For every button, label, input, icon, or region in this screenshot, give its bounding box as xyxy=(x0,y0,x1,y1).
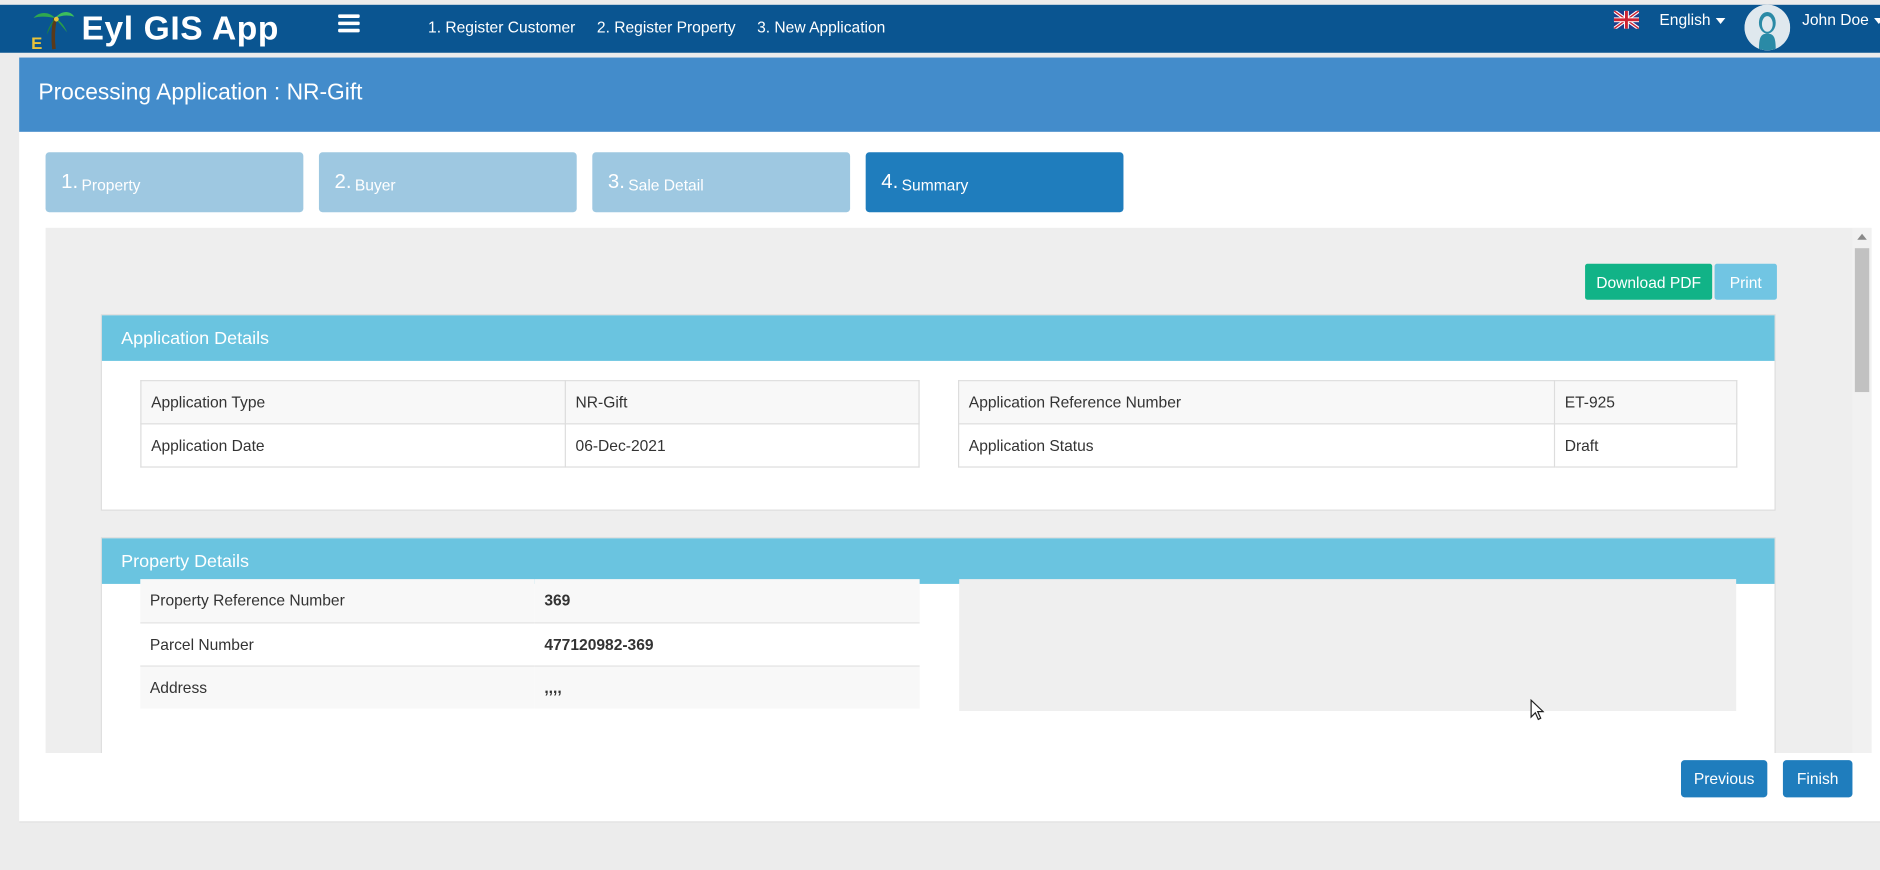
svg-text:E: E xyxy=(31,34,42,51)
nav-register-customer[interactable]: 1. Register Customer xyxy=(428,18,575,36)
step-property[interactable]: 1. Property xyxy=(45,152,304,213)
row-value: ET-925 xyxy=(1553,380,1738,425)
user-menu[interactable]: John Doe xyxy=(1802,11,1880,29)
app-logo[interactable]: E Eyl GIS App xyxy=(31,5,279,53)
step-sale-detail[interactable]: 3. Sale Detail xyxy=(592,152,851,213)
row-value: 369 xyxy=(534,579,920,623)
row-value: 06-Dec-2021 xyxy=(564,423,920,468)
user-name: John Doe xyxy=(1802,10,1869,29)
language-dropdown[interactable]: English xyxy=(1659,11,1725,29)
palm-logo-icon: E xyxy=(31,11,75,52)
row-label: Property Reference Number xyxy=(140,579,535,623)
nav-new-application[interactable]: 3. New Application xyxy=(757,18,885,36)
mouse-pointer-icon xyxy=(1530,699,1545,721)
table-row: Application Type NR-Gift xyxy=(140,380,920,425)
step-label: Buyer xyxy=(354,176,396,195)
row-value: ,,,, xyxy=(534,664,920,709)
scrollbar-thumb[interactable] xyxy=(1854,248,1870,393)
step-number: 1. xyxy=(61,170,79,194)
step-buyer[interactable]: 2. Buyer xyxy=(318,152,577,213)
row-value: Draft xyxy=(1553,423,1738,468)
top-navbar: E Eyl GIS App 1. Register Customer 2. Re… xyxy=(0,4,1880,53)
step-number: 4. xyxy=(881,170,899,194)
row-label: Application Date xyxy=(140,423,566,468)
table-row: Application Date 06-Dec-2021 xyxy=(140,423,920,468)
table-row: Parcel Number 477120982-369 xyxy=(140,621,920,666)
chevron-down-icon xyxy=(1873,18,1880,25)
step-number: 3. xyxy=(607,170,625,194)
section-title: Application Details xyxy=(101,315,1775,361)
wizard-card: 1. Property 2. Buyer 3. Sale Detail 4. S… xyxy=(19,131,1880,823)
vertical-scrollbar[interactable] xyxy=(1852,227,1872,753)
step-number: 2. xyxy=(334,170,352,194)
table-row: Application Reference Number ET-925 xyxy=(958,380,1738,425)
summary-scroll-panel[interactable]: Download PDF Print Application Details A… xyxy=(45,227,1853,753)
download-pdf-button[interactable]: Download PDF xyxy=(1585,263,1713,300)
row-label: Application Reference Number xyxy=(958,380,1556,425)
table-row: Address ,,,, xyxy=(140,664,920,709)
user-silhouette-icon xyxy=(1744,4,1791,51)
print-button[interactable]: Print xyxy=(1714,263,1777,300)
row-label: Address xyxy=(140,664,535,709)
page-title: Processing Application : NR-Gift xyxy=(38,80,363,106)
page-header: Processing Application : NR-Gift xyxy=(19,57,1880,132)
property-details-section: Property Details Property Reference Numb… xyxy=(100,537,1776,753)
language-label: English xyxy=(1659,10,1711,29)
table-row: Application Status Draft xyxy=(958,423,1738,468)
scroll-up-arrow-icon[interactable] xyxy=(1857,233,1867,240)
uk-flag-icon xyxy=(1613,10,1640,29)
step-summary[interactable]: 4. Summary xyxy=(865,152,1124,213)
finish-button[interactable]: Finish xyxy=(1782,760,1853,798)
table-row: Property Reference Number 369 xyxy=(140,579,920,623)
section-title: Property Details xyxy=(101,538,1775,584)
property-details-table: Property Reference Number 369 Parcel Num… xyxy=(140,579,920,709)
app-title: Eyl GIS App xyxy=(81,9,280,47)
application-details-right-table: Application Reference Number ET-925 Appl… xyxy=(958,380,1738,468)
row-label: Parcel Number xyxy=(140,621,535,666)
application-details-left-table: Application Type NR-Gift Application Dat… xyxy=(140,380,920,468)
row-label: Application Type xyxy=(140,380,566,425)
row-value: 477120982-369 xyxy=(534,621,920,666)
nav-register-property[interactable]: 2. Register Property xyxy=(597,18,736,36)
chevron-down-icon xyxy=(1715,18,1725,25)
row-value: NR-Gift xyxy=(564,380,920,425)
step-label: Summary xyxy=(901,176,969,195)
previous-button[interactable]: Previous xyxy=(1680,760,1768,798)
step-label: Property xyxy=(81,176,141,195)
step-label: Sale Detail xyxy=(628,176,704,195)
row-label: Application Status xyxy=(958,423,1556,468)
menu-toggle-icon[interactable] xyxy=(338,14,360,33)
property-map-area[interactable] xyxy=(959,579,1737,712)
top-nav-links: 1. Register Customer 2. Register Propert… xyxy=(428,18,885,36)
avatar[interactable] xyxy=(1744,4,1791,51)
application-details-section: Application Details Application Type NR-… xyxy=(100,314,1776,511)
